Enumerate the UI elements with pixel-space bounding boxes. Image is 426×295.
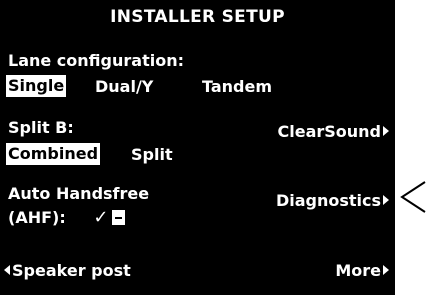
lane-option-dual-y[interactable]: Dual/Y [95,79,153,95]
arrow-right-icon [383,195,389,205]
clearsound-menu-item[interactable]: ClearSound [277,124,389,140]
page-title: INSTALLER SETUP [110,7,285,27]
arrow-left-icon [4,265,10,275]
ahf-label-line1: Auto Handsfree [8,184,150,203]
diagnostics-menu-item[interactable]: Diagnostics [276,193,389,209]
more-menu-item[interactable]: More [335,263,389,279]
lane-option-tandem[interactable]: Tandem [202,79,272,95]
installer-setup-screen: INSTALLER SETUP Lane configuration: Sing… [0,0,395,295]
lane-configuration-label: Lane configuration: [8,51,184,70]
lane-option-single[interactable]: Single [6,75,67,97]
minus-box-icon [112,210,126,225]
lane-option-single-label: Single [6,75,67,97]
arrow-right-icon [383,265,389,275]
ahf-label-line2: (AHF): [8,208,66,227]
arrow-right-icon [383,126,389,136]
checkmark-icon: ✓ [93,207,109,228]
speaker-post-menu-item[interactable]: Speaker post [4,263,131,279]
split-option-combined-label: Combined [6,143,101,165]
split-b-label: Split B: [8,118,74,137]
more-label: More [335,261,381,280]
split-option-split[interactable]: Split [131,147,173,163]
speaker-post-label: Speaker post [12,261,131,280]
diagnostics-label: Diagnostics [275,191,381,210]
ahf-setting[interactable]: (AHF): ✓ [8,207,126,228]
clearsound-label: ClearSound [277,122,381,141]
split-option-combined[interactable]: Combined [6,143,101,165]
pointer-chevron-icon [400,181,426,213]
